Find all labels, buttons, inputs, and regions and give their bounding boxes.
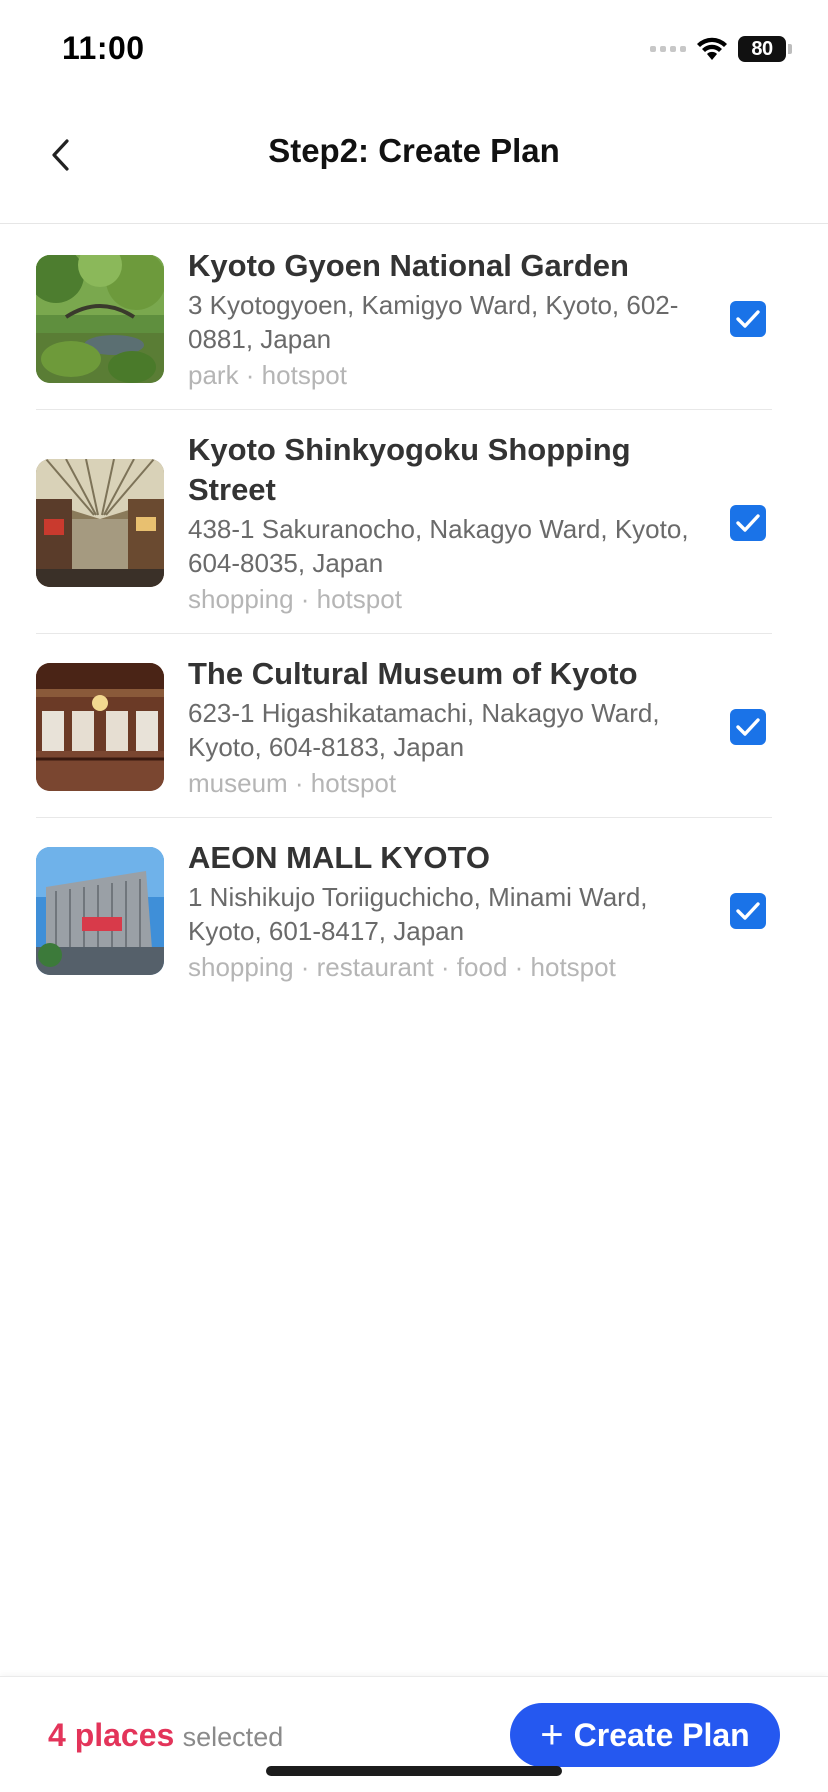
- plus-icon: +: [540, 1713, 564, 1757]
- place-checkbox[interactable]: [730, 709, 766, 745]
- checkmark-icon: [736, 718, 760, 736]
- place-address: 623-1 Higashikatamachi, Nakagyo Ward, Ky…: [188, 698, 660, 762]
- place-tags: park · hotspot: [188, 360, 347, 390]
- place-item[interactable]: Kyoto Shinkyogoku Shopping Street 438-1 …: [0, 410, 828, 634]
- place-name: Kyoto Shinkyogoku Shopping Street: [188, 432, 631, 507]
- status-bar: 11:00 80: [0, 0, 828, 100]
- checkmark-icon: [736, 514, 760, 532]
- place-checkbox[interactable]: [730, 505, 766, 541]
- place-item[interactable]: Kyoto Gyoen National Garden 3 Kyotogyoen…: [0, 226, 828, 410]
- create-plan-button[interactable]: + Create Plan: [510, 1703, 780, 1767]
- place-thumbnail-museum: [36, 663, 164, 791]
- place-list: Kyoto Gyoen National Garden 3 Kyotogyoen…: [0, 226, 828, 1002]
- wifi-icon: [697, 37, 727, 60]
- place-thumbnail-shopping-street: [36, 459, 164, 587]
- place-tags: shopping · restaurant · food · hotspot: [188, 952, 616, 982]
- place-address: 3 Kyotogyoen, Kamigyo Ward, Kyoto, 602-0…: [188, 290, 679, 354]
- nav-header: Step2: Create Plan: [0, 100, 828, 224]
- checkmark-icon: [736, 902, 760, 920]
- create-plan-label: Create Plan: [573, 1716, 750, 1753]
- place-checkbox[interactable]: [730, 301, 766, 337]
- place-address: 438-1 Sakuranocho, Nakagyo Ward, Kyoto, …: [188, 514, 689, 578]
- place-item[interactable]: AEON MALL KYOTO 1 Nishikujo Toriiguchich…: [0, 818, 828, 1002]
- home-indicator: [266, 1766, 562, 1776]
- cellular-signal-icon: [650, 46, 686, 52]
- status-time: 11:00: [62, 30, 145, 66]
- place-name: Kyoto Gyoen National Garden: [188, 248, 629, 283]
- place-checkbox[interactable]: [730, 893, 766, 929]
- place-name: AEON MALL KYOTO: [188, 840, 490, 875]
- checkmark-icon: [736, 310, 760, 328]
- place-thumbnail-garden: [36, 255, 164, 383]
- battery-icon: 80: [738, 36, 792, 62]
- status-indicators: 80: [650, 34, 792, 64]
- selected-summary: 4 places selected: [48, 1715, 283, 1757]
- place-tags: shopping · hotspot: [188, 584, 402, 614]
- place-tags: museum · hotspot: [188, 768, 397, 798]
- place-address: 1 Nishikujo Toriiguchicho, Minami Ward, …: [188, 882, 648, 946]
- battery-level: 80: [751, 37, 773, 60]
- place-thumbnail-mall: [36, 847, 164, 975]
- selected-count: 4 places: [48, 1717, 175, 1753]
- page-title: Step2: Create Plan: [268, 132, 560, 169]
- place-item[interactable]: The Cultural Museum of Kyoto 623-1 Higas…: [0, 634, 828, 818]
- place-name: The Cultural Museum of Kyoto: [188, 656, 638, 691]
- selected-suffix: selected: [182, 1722, 284, 1752]
